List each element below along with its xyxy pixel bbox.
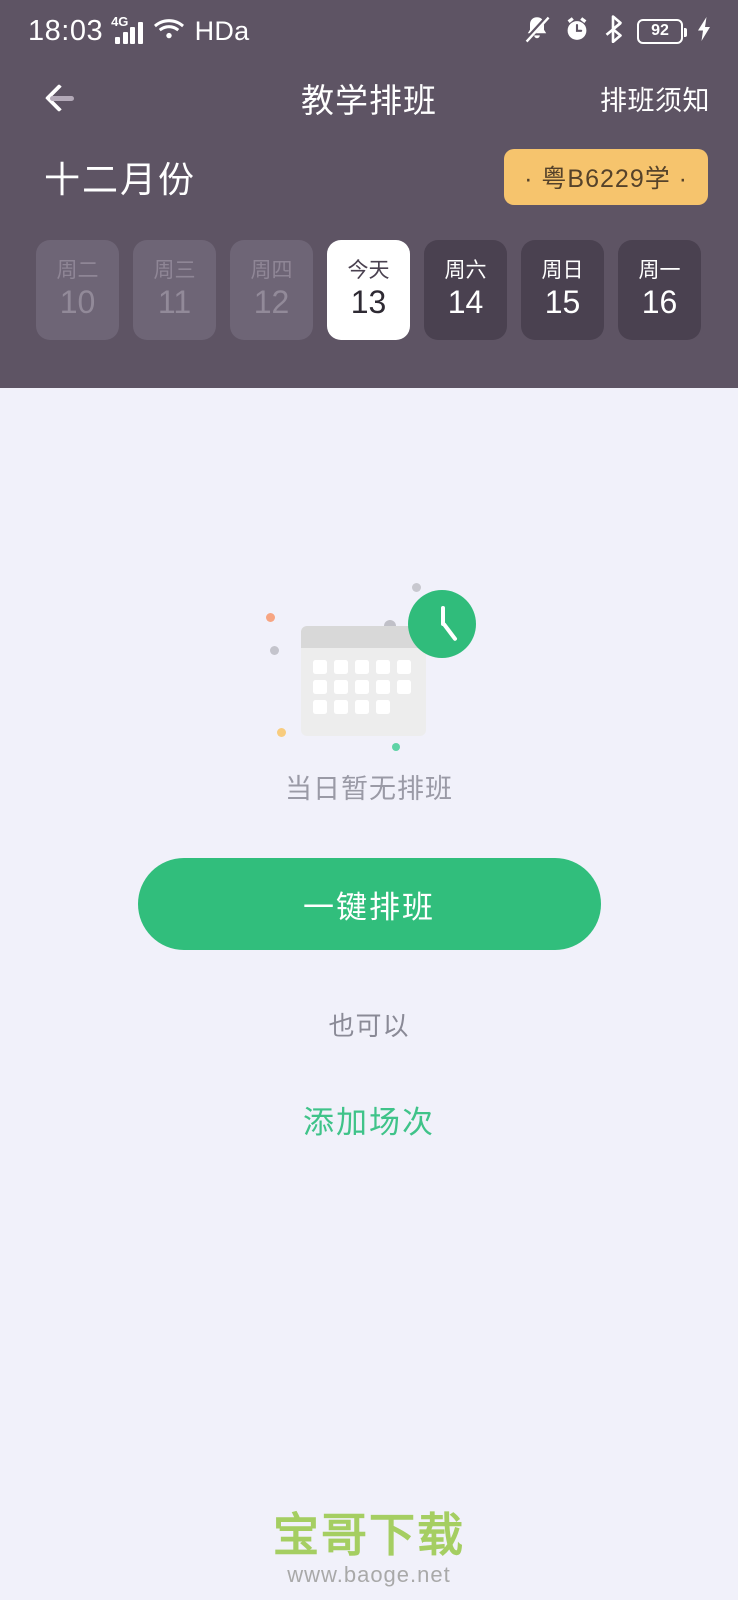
date-chip-number: 14 [447,284,484,321]
date-chip-number: 15 [544,284,581,321]
calendar-header-bar [301,626,426,648]
status-bar-right: 92 [524,14,712,48]
battery-percent-label: 92 [651,22,669,39]
license-plate-badge[interactable]: · 粤B6229学 · [504,149,708,205]
decorative-dot-yellow-1 [277,728,286,737]
date-selector-row[interactable]: 周二 10 周三 11 周四 12 今天 13 周六 14 周日 15 周一 1… [0,220,738,340]
bell-muted-icon [524,14,550,48]
calendar-clock-illustration [254,578,484,753]
date-chip-12[interactable]: 周四 12 [230,240,313,340]
add-session-link[interactable]: 添加场次 [303,1097,435,1142]
date-chip-number: 10 [59,284,96,321]
empty-state-block: 当日暂无排班 一键排班 也可以 添加场次 [0,578,738,1142]
decorative-dot-gray-3 [270,646,279,655]
back-arrow-icon[interactable] [28,70,84,126]
date-chip-weekday: 周三 [153,259,196,283]
month-label: 十二月份 [44,159,197,200]
alternative-prefix-label: 也可以 [328,1011,410,1041]
status-time: 18:03 [28,14,104,47]
watermark-title: 宝哥下载 [273,1509,465,1561]
date-chip-13-today-selected[interactable]: 今天 13 [327,240,410,340]
battery-indicator: 92 [637,18,687,44]
calendar-day-grid [313,660,419,714]
date-chip-weekday: 周一 [638,259,681,283]
navigation-bar: 教学排班 排班须知 [0,62,738,134]
date-chip-weekday: 周六 [444,259,487,283]
date-chip-11[interactable]: 周三 11 [133,240,216,340]
date-chip-10[interactable]: 周二 10 [36,240,119,340]
charging-bolt-icon [696,16,712,47]
date-chip-weekday: 今天 [347,259,390,283]
clock-icon [408,590,476,658]
date-chip-number: 11 [157,284,192,321]
date-chip-number: 16 [641,284,678,321]
alarm-clock-icon [563,15,591,48]
empty-state-message: 当日暂无排班 [285,774,453,804]
date-chip-15[interactable]: 周日 15 [521,240,604,340]
signal-bars-icon: 4G [111,14,143,44]
bluetooth-icon [604,14,624,48]
scheduling-notice-button[interactable]: 排班须知 [600,79,710,118]
date-chip-weekday: 周四 [250,259,293,283]
watermark-url: www.baoge.net [287,1562,451,1587]
decorative-dot-orange-1 [266,613,275,622]
date-chip-number: 12 [253,284,290,321]
main-content: 当日暂无排班 一键排班 也可以 添加场次 宝哥下载 www.baoge.net [0,388,738,1600]
date-chip-weekday: 周二 [56,259,99,283]
month-row: 十二月份 · 粤B6229学 · [0,134,738,220]
status-bar: 18:03 4G HDa 92 [0,0,738,62]
status-bar-left: 18:03 4G HDa [28,15,250,48]
decorative-dot-teal-1 [392,743,400,751]
hd-voice-label: HDa [194,15,250,46]
date-chip-16[interactable]: 周一 16 [618,240,701,340]
watermark: 宝哥下载 www.baoge.net [0,1512,738,1586]
wifi-icon [153,17,184,46]
date-chip-number: 13 [350,284,387,321]
network-type-label: 4G [111,14,129,29]
app-header: 18:03 4G HDa 92 教学排班 排班须知 十二月份 · 粤B6229学… [0,0,738,388]
date-chip-weekday: 周日 [541,259,584,283]
decorative-dot-gray-1 [412,583,421,592]
back-arrow-tail [50,96,74,101]
date-chip-14[interactable]: 周六 14 [424,240,507,340]
one-click-schedule-button[interactable]: 一键排班 [137,858,601,950]
